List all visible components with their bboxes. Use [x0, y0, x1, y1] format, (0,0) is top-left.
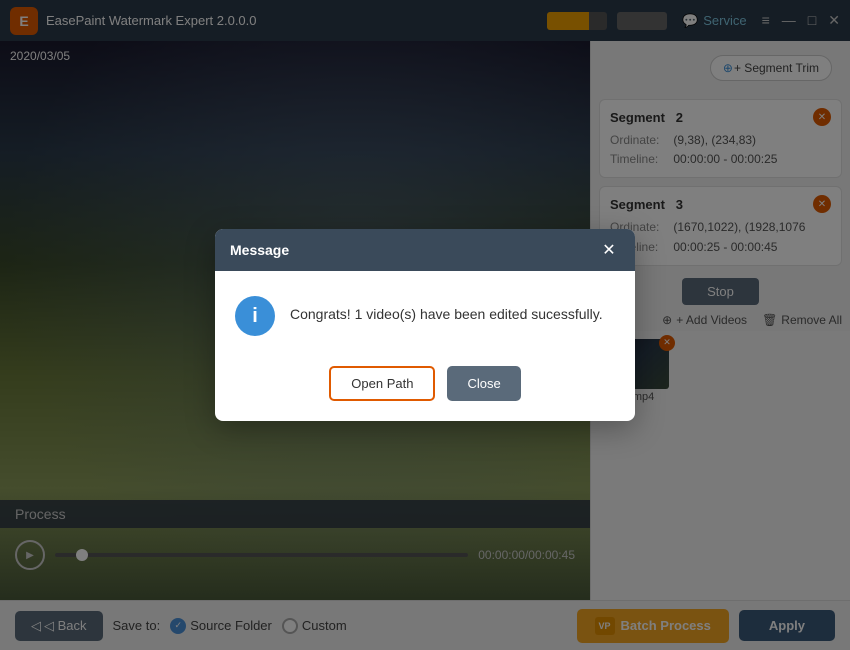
modal-overlay: Message ✕ i Congrats! 1 video(s) have be… — [0, 0, 850, 650]
modal-footer: Open Path Close — [215, 356, 635, 421]
modal-close-button[interactable]: ✕ — [598, 239, 620, 261]
modal-body: i Congrats! 1 video(s) have been edited … — [215, 271, 635, 356]
modal-header: Message ✕ — [215, 229, 635, 271]
open-path-button[interactable]: Open Path — [329, 366, 435, 401]
message-modal: Message ✕ i Congrats! 1 video(s) have be… — [215, 229, 635, 421]
modal-message: Congrats! 1 video(s) have been edited su… — [290, 296, 603, 325]
modal-info-icon: i — [235, 296, 275, 336]
modal-close-btn[interactable]: Close — [447, 366, 520, 401]
modal-title: Message — [230, 242, 289, 258]
